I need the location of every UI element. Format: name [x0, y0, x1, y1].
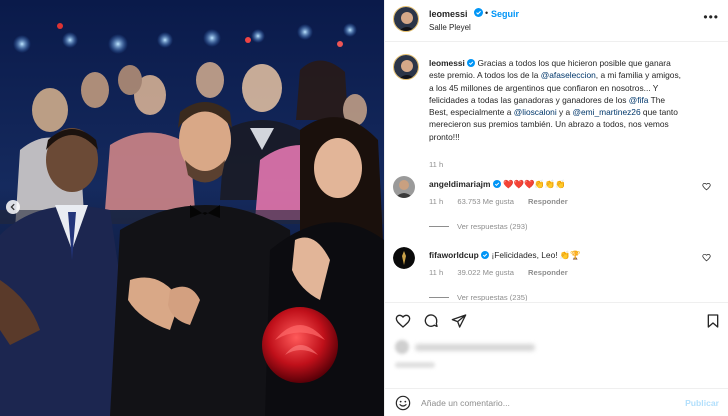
comment-meta: 11 h 39.022 Me gusta Responder — [429, 268, 580, 277]
username[interactable]: leomessi — [429, 9, 468, 19]
comment-text: ¡Felicidades, Leo! 👏🏆 — [491, 250, 581, 260]
avatar[interactable] — [393, 54, 419, 80]
avatar[interactable] — [393, 176, 415, 198]
likes-summary-blurred — [395, 340, 595, 354]
follow-button[interactable]: Seguir — [491, 9, 519, 19]
verified-badge-icon — [492, 179, 501, 189]
view-replies-label: Ver respuestas (235) — [457, 293, 528, 301]
heart-icon[interactable] — [395, 313, 411, 331]
verified-badge-icon — [467, 58, 476, 68]
comment-likes[interactable]: 39.022 Me gusta — [457, 268, 514, 277]
emoji-icon[interactable] — [395, 395, 411, 413]
location-link[interactable]: Salle Pleyel — [429, 23, 471, 32]
verified-badge-icon — [474, 8, 483, 19]
publish-button[interactable]: Publicar — [685, 398, 719, 408]
mention-link[interactable]: @fifa — [629, 95, 649, 105]
comment-text: ❤️❤️❤️👏👏👏 — [503, 179, 566, 189]
heart-icon[interactable] — [702, 182, 711, 193]
verified-badge-icon — [481, 250, 490, 260]
mention-link[interactable]: @emi_martinez26 — [573, 107, 641, 117]
comment-username[interactable]: angeldimariajm — [429, 179, 490, 189]
more-options-icon[interactable]: ••• — [703, 10, 719, 24]
action-bar — [385, 302, 728, 332]
divider — [429, 297, 449, 298]
post-photo — [0, 0, 384, 416]
caption-timestamp[interactable]: 11 h — [429, 160, 443, 169]
view-replies-button[interactable]: Ver respuestas (293) — [429, 222, 528, 231]
previous-photo-button[interactable] — [6, 200, 20, 214]
divider — [429, 226, 449, 227]
comment-line: fifaworldcup ¡Felicidades, Leo! 👏🏆 — [429, 250, 679, 261]
post-side-panel: leomessi • Seguir Salle Pleyel ••• leome… — [384, 0, 728, 416]
chevron-left-icon — [9, 203, 17, 211]
caption-text-part: y a — [556, 107, 573, 118]
comment-input[interactable] — [421, 395, 661, 411]
bookmark-icon[interactable] — [705, 313, 721, 331]
event-photo-illustration — [0, 0, 384, 416]
comments-list[interactable]: leomessi Gracias a todos los que hiciero… — [385, 43, 728, 301]
reply-button[interactable]: Responder — [528, 197, 568, 206]
separator-dot: • — [485, 8, 489, 18]
comment-timestamp[interactable]: 11 h — [429, 197, 443, 206]
mention-link[interactable]: @afaseleccion — [541, 70, 596, 80]
post-date-blurred — [395, 362, 435, 368]
avatar[interactable] — [393, 6, 419, 32]
red-rose — [262, 307, 338, 383]
comment-likes[interactable]: 63.753 Me gusta — [457, 197, 514, 206]
avatar[interactable] — [393, 247, 415, 269]
caption-username[interactable]: leomessi — [429, 58, 465, 68]
blurred-text — [415, 343, 535, 351]
comment-line: angeldimariajm ❤️❤️❤️👏👏👏 — [429, 179, 679, 190]
reply-button[interactable]: Responder — [528, 268, 568, 277]
heart-icon[interactable] — [702, 253, 711, 264]
share-icon[interactable] — [451, 313, 467, 331]
comment-timestamp[interactable]: 11 h — [429, 268, 443, 277]
caption-text: leomessi Gracias a todos los que hiciero… — [429, 57, 684, 143]
comment-username[interactable]: fifaworldcup — [429, 250, 479, 260]
post-header: leomessi • Seguir Salle Pleyel ••• — [385, 0, 728, 42]
add-comment-bar: Publicar — [385, 388, 728, 416]
mention-link[interactable]: @lioscaloni — [514, 107, 557, 117]
comment-meta: 11 h 63.753 Me gusta Responder — [429, 197, 580, 206]
view-replies-label: Ver respuestas (293) — [457, 222, 528, 231]
avatar — [395, 340, 409, 354]
comment-icon[interactable] — [423, 313, 439, 331]
view-replies-button[interactable]: Ver respuestas (235) — [429, 293, 528, 301]
